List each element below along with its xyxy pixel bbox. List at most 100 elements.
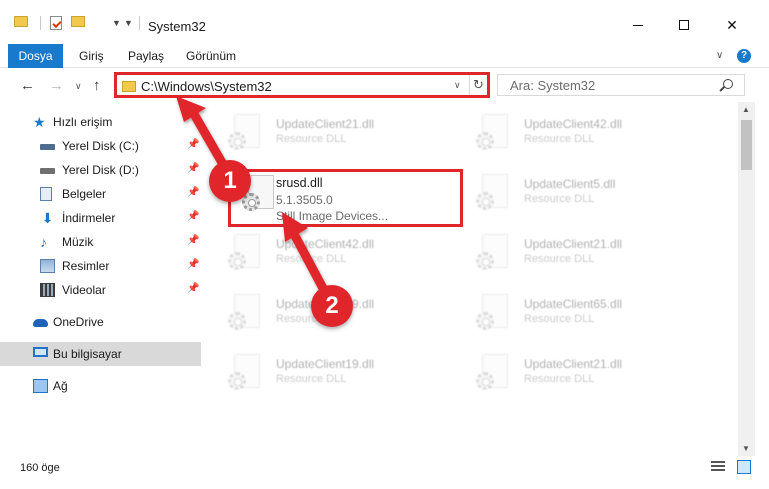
list-item[interactable]: UpdateClient65.dll Resource DLL [462, 288, 702, 338]
scroll-down-icon[interactable]: ▼ [742, 444, 750, 453]
address-bar[interactable]: C:\Windows\System32 ∨ ↻ [114, 72, 490, 98]
search-placeholder: Ara: System32 [510, 78, 596, 93]
sidebar-item-label: Resimler [62, 259, 110, 273]
music-icon: ♪ [40, 234, 47, 250]
refresh-icon[interactable]: ↻ [469, 75, 487, 95]
file-description: Resource DLL [524, 133, 595, 145]
pin-icon[interactable]: 📌 [187, 235, 199, 246]
maximize-icon [679, 20, 689, 30]
sidebar-item-local-disk-c[interactable]: Yerel Disk (C:) 📌 [0, 134, 201, 158]
file-description: Resource DLL [524, 373, 595, 385]
dll-file-icon [476, 234, 510, 272]
file-description: Resource DLL [276, 133, 347, 145]
back-arrow-icon[interactable]: ← [20, 77, 35, 94]
dll-file-icon [476, 354, 510, 392]
sidebar-item-quick-access[interactable]: ★ Hızlı erişim [0, 110, 201, 134]
list-item[interactable]: UpdateClient42.dll Resource DLL [462, 108, 702, 158]
toolbar-separator [139, 16, 140, 30]
pin-icon[interactable]: 📌 [187, 259, 199, 270]
dll-file-icon [228, 114, 262, 152]
expand-ribbon-icon[interactable]: ∨ [716, 50, 723, 61]
recent-locations-icon[interactable]: ∨ [75, 81, 82, 92]
close-button[interactable]: ✕ [712, 12, 752, 38]
sidebar-item-label: Belgeler [62, 187, 107, 201]
search-input[interactable]: Ara: System32 [497, 74, 745, 96]
sidebar-item-documents[interactable]: Belgeler 📌 [0, 182, 201, 206]
dll-file-icon [476, 114, 510, 152]
list-item[interactable]: UpdateClient21.dll Resource DLL [462, 348, 702, 398]
file-name: UpdateClient65.dll [524, 297, 623, 311]
file-name: UpdateClient21.dll [524, 357, 623, 371]
list-item[interactable]: UpdateClient42.dll Resource DLL [214, 228, 454, 278]
sidebar-item-onedrive[interactable]: OneDrive [0, 310, 201, 334]
dll-file-icon [228, 234, 262, 272]
tab-view[interactable]: Görünüm [186, 44, 236, 68]
highlighted-file-srusd[interactable]: srusd.dll 5.1.3505.0 Still Image Devices… [228, 169, 463, 227]
close-icon: ✕ [726, 16, 738, 33]
tab-file[interactable]: Dosya [8, 44, 63, 68]
scroll-up-icon[interactable]: ▲ [742, 105, 750, 114]
window-title: System32 [148, 19, 206, 34]
sidebar-item-network[interactable]: Ağ [0, 374, 201, 398]
pin-icon[interactable]: 📌 [187, 163, 199, 174]
search-icon[interactable] [723, 79, 733, 89]
file-name: srusd.dll [276, 176, 323, 190]
list-item[interactable]: UpdateClient21.dll Resource DLL [214, 108, 454, 158]
status-bar: 160 öge [0, 456, 769, 489]
sidebar-item-local-disk-d[interactable]: Yerel Disk (D:) 📌 [0, 158, 201, 182]
sidebar-item-downloads[interactable]: ⬇ İndirmeler 📌 [0, 206, 201, 230]
navigation-pane: ★ Hızlı erişim Yerel Disk (C:) 📌 Yerel D… [0, 102, 214, 450]
chevron-down-icon[interactable]: ▼ [112, 18, 121, 28]
chevron-down-icon[interactable]: ∨ [454, 80, 461, 91]
toolbar-separator [40, 16, 41, 30]
computer-icon [33, 347, 48, 357]
item-count: 160 öge [20, 462, 60, 474]
file-description: Still Image Devices... [276, 209, 389, 223]
pin-icon[interactable]: 📌 [187, 187, 199, 198]
details-view-icon[interactable] [711, 461, 725, 473]
list-item[interactable]: UpdateClient21.dll Resource DLL [462, 228, 702, 278]
customize-toolbar-icon[interactable]: ▼ [124, 18, 133, 28]
pin-icon[interactable]: 📌 [187, 283, 199, 294]
list-item[interactable]: UpdateClient19.dll Resource DLL [214, 348, 454, 398]
up-arrow-icon[interactable]: ↑ [93, 77, 101, 94]
tab-share[interactable]: Paylaş [128, 44, 164, 68]
download-icon: ⬇ [41, 210, 54, 226]
help-icon[interactable]: ? [737, 49, 751, 63]
tab-home[interactable]: Giriş [79, 44, 104, 68]
sidebar-item-videos[interactable]: Videolar 📌 [0, 278, 201, 302]
file-name: UpdateClient21.dll [276, 117, 375, 131]
maximize-button[interactable] [664, 12, 704, 38]
properties-icon[interactable] [50, 16, 62, 30]
sidebar-item-label: Yerel Disk (C:) [62, 139, 139, 153]
drive-icon [40, 168, 55, 174]
file-name: UpdateClient21.dll [524, 237, 623, 251]
sidebar-item-music[interactable]: ♪ Müzik 📌 [0, 230, 201, 254]
sidebar-item-this-pc[interactable]: Bu bilgisayar [0, 342, 201, 366]
view-options-icon[interactable] [94, 16, 108, 28]
pin-icon[interactable]: 📌 [187, 211, 199, 222]
new-folder-icon[interactable] [71, 16, 85, 27]
sidebar-item-pictures[interactable]: Resimler 📌 [0, 254, 201, 278]
dll-file-icon [476, 294, 510, 332]
address-path[interactable]: C:\Windows\System32 [141, 79, 272, 94]
list-item[interactable]: UpdateClient5.dll Resource DLL [462, 168, 702, 218]
sidebar-item-label: Yerel Disk (D:) [62, 163, 139, 177]
forward-arrow-icon[interactable]: → [49, 77, 64, 94]
file-description: Resource DLL [276, 373, 347, 385]
tiles-view-icon[interactable] [737, 460, 751, 474]
vertical-scrollbar[interactable]: ▲ ▼ [738, 102, 755, 456]
scroll-thumb[interactable] [741, 120, 752, 170]
sidebar-item-label: Bu bilgisayar [53, 347, 122, 361]
pin-icon[interactable]: 📌 [187, 139, 199, 150]
sidebar-item-label: Videolar [62, 283, 106, 297]
step-badge-1: 1 [209, 160, 251, 202]
sidebar-item-label: İndirmeler [62, 211, 116, 225]
cloud-icon [33, 319, 48, 327]
step-badge-2: 2 [311, 285, 353, 327]
star-icon: ★ [33, 114, 46, 130]
minimize-button[interactable] [618, 12, 658, 38]
file-description: Resource DLL [524, 313, 595, 325]
folder-icon [122, 81, 136, 92]
network-icon [33, 379, 48, 393]
